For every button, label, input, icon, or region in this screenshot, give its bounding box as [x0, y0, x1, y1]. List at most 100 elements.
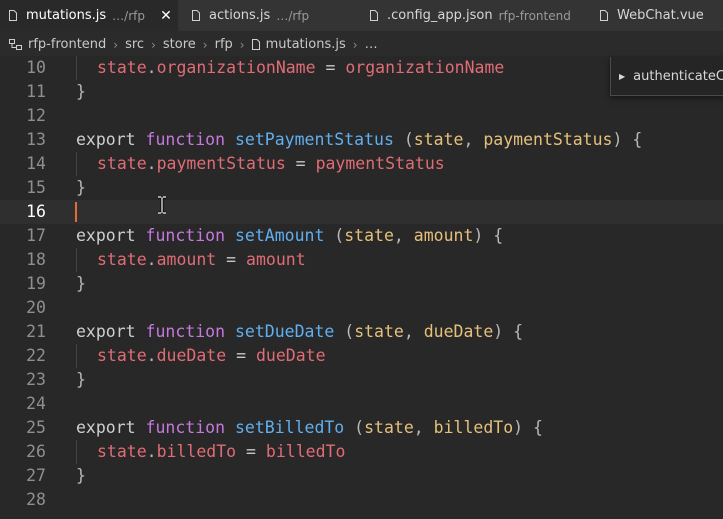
- line-number: 24: [26, 394, 46, 413]
- code-token: function: [145, 418, 226, 437]
- outline-item[interactable]: ▶ authenticateC: [611, 65, 723, 87]
- code-token: }: [76, 82, 86, 101]
- code-line[interactable]: 22 state.dueDate = dueDate: [0, 344, 723, 368]
- tab-label: WebChat.vue: [617, 8, 704, 23]
- code-token: .: [146, 250, 157, 269]
- code-token: organizationName: [345, 58, 505, 77]
- line-number: 22: [26, 346, 46, 365]
- code-token: (: [324, 226, 345, 245]
- code-line[interactable]: 20: [0, 296, 723, 320]
- code-token: state: [97, 250, 147, 269]
- code-token: paymentStatus: [315, 154, 445, 173]
- indent-guide: [76, 152, 77, 176]
- code-token: state: [97, 346, 147, 365]
- code-token: =: [216, 250, 247, 269]
- breadcrumb: rfp-frontend › src › store › rfp › mutat…: [0, 31, 723, 58]
- caret-right-icon[interactable]: ▶: [619, 72, 625, 81]
- line-number: 28: [26, 490, 46, 509]
- tab-description: …/rfp: [112, 8, 145, 23]
- code-line[interactable]: 15}: [0, 176, 723, 200]
- tab-webchat-vue[interactable]: WebChat.vue: [585, 0, 723, 31]
- text-caret: [75, 202, 77, 222]
- code-text: export function setDueDate (state, dueDa…: [76, 320, 523, 344]
- code-token: }: [76, 466, 86, 485]
- code-token: ) {: [493, 322, 524, 341]
- code-token: (: [334, 322, 355, 341]
- tab-config-app-json[interactable]: .config_app.json rfp-frontend: [353, 0, 585, 31]
- code-token: }: [76, 370, 86, 389]
- code-line[interactable]: 23}: [0, 368, 723, 392]
- breadcrumb-item-store[interactable]: store: [163, 37, 196, 52]
- file-icon: [370, 10, 378, 21]
- breadcrumb-separator: ›: [151, 37, 156, 52]
- code-text: export function setPaymentStatus (state,…: [76, 128, 642, 152]
- code-line[interactable]: 18 state.amount = amount: [0, 248, 723, 272]
- code-token: (: [393, 130, 414, 149]
- code-token: ,: [393, 226, 414, 245]
- line-number: 26: [26, 442, 46, 461]
- code-text: state.dueDate = dueDate: [97, 344, 326, 368]
- code-token: =: [285, 154, 316, 173]
- code-token: state: [354, 322, 404, 341]
- tab-label: mutations.js: [26, 8, 107, 23]
- code-token: .: [146, 442, 157, 461]
- code-token: amount: [246, 250, 306, 269]
- breadcrumb-item-more[interactable]: …: [365, 37, 378, 52]
- code-line[interactable]: 27}: [0, 464, 723, 488]
- code-token: organizationName: [156, 58, 316, 77]
- line-number: 25: [26, 418, 46, 437]
- code-line[interactable]: 19}: [0, 272, 723, 296]
- code-line[interactable]: 17 export function setAmount (state, amou…: [0, 224, 723, 248]
- tab-mutations-js[interactable]: mutations.js …/rfp ✕: [0, 0, 178, 31]
- code-token: }: [76, 274, 86, 293]
- code-line[interactable]: 14 state.paymentStatus = paymentStatus: [0, 152, 723, 176]
- code-token: =: [315, 58, 346, 77]
- breadcrumb-item-src[interactable]: src: [125, 37, 144, 52]
- code-token: state: [97, 442, 147, 461]
- line-number: 16: [26, 202, 46, 221]
- code-editor[interactable]: 10 state.organizationName = organizationN…: [0, 56, 723, 519]
- breadcrumb-item-rfp[interactable]: rfp: [215, 37, 233, 52]
- tab-label: actions.js: [209, 8, 271, 23]
- line-number: 23: [26, 370, 46, 389]
- code-token: ,: [413, 418, 434, 437]
- text-cursor-icon: [157, 196, 167, 214]
- code-token: ) {: [513, 418, 543, 437]
- code-token: .: [146, 346, 157, 365]
- code-line[interactable]: 26 state.billedTo = billedTo: [0, 440, 723, 464]
- file-icon: [192, 10, 200, 21]
- line-number: 12: [26, 106, 46, 125]
- close-icon[interactable]: ✕: [159, 8, 173, 24]
- indent-guide: [76, 440, 77, 464]
- code-line[interactable]: 24: [0, 392, 723, 416]
- code-token: export: [76, 130, 136, 149]
- tab-actions-js[interactable]: actions.js …/rfp: [178, 0, 353, 31]
- code-line[interactable]: 28: [0, 488, 723, 512]
- code-token: function: [145, 322, 226, 341]
- indent-guide: [76, 344, 77, 368]
- code-token: export: [76, 418, 136, 437]
- code-text: export function setBilledTo (state, bill…: [76, 416, 543, 440]
- code-line[interactable]: 13 export function setPaymentStatus (stat…: [0, 128, 723, 152]
- code-token: =: [236, 442, 266, 461]
- code-line[interactable]: 16: [0, 200, 723, 224]
- breadcrumb-separator: ›: [239, 37, 245, 52]
- code-token: state: [364, 418, 414, 437]
- code-line[interactable]: 25 export function setBilledTo (state, bi…: [0, 416, 723, 440]
- tab-label: .config_app.json: [387, 8, 493, 23]
- outline-item-label: authenticateC: [633, 68, 723, 84]
- code-token: state: [97, 154, 147, 173]
- breadcrumb-item-rfp-frontend[interactable]: rfp-frontend: [28, 37, 106, 52]
- code-token: state: [97, 58, 147, 77]
- code-token: export: [76, 322, 136, 341]
- code-line[interactable]: 21 export function setDueDate (state, due…: [0, 320, 723, 344]
- tab-description: rfp-frontend: [498, 8, 571, 23]
- code-line[interactable]: 12: [0, 104, 723, 128]
- breadcrumb-item-mutations-js[interactable]: mutations.js: [266, 37, 346, 52]
- code-token: function: [145, 130, 226, 149]
